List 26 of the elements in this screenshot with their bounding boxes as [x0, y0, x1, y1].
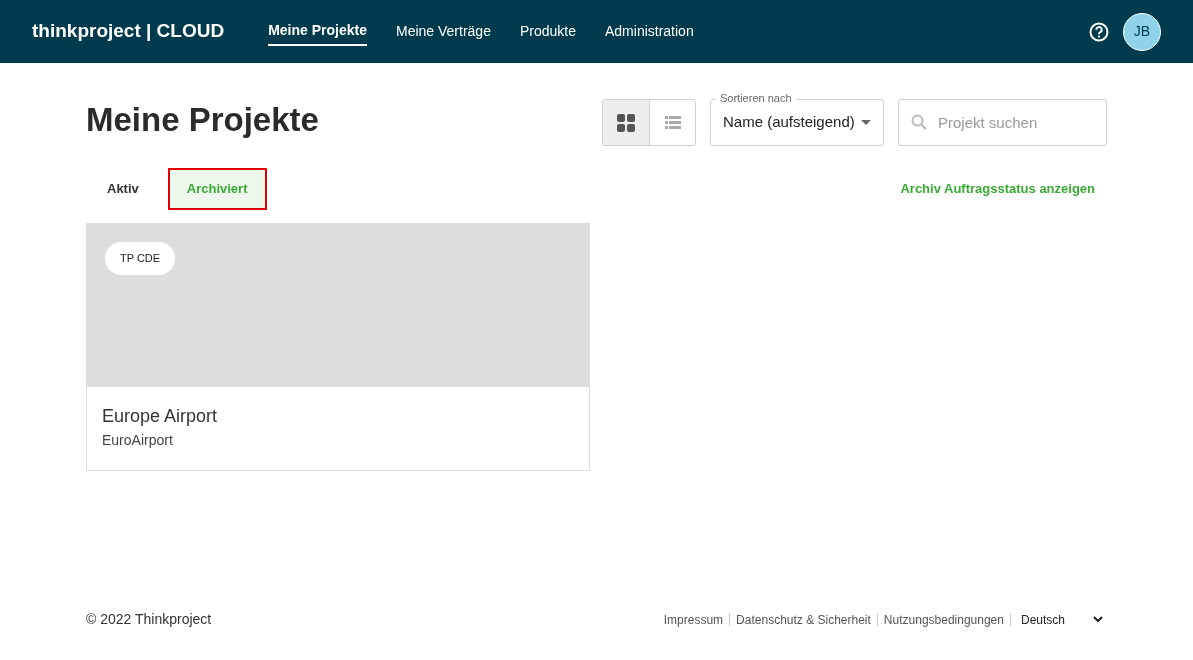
nav-link[interactable]: Meine Verträge [396, 21, 491, 42]
grid-icon [617, 113, 635, 132]
product-badge: TP CDE [105, 242, 176, 275]
list-icon [664, 116, 681, 129]
user-avatar[interactable]: JB [1123, 12, 1161, 51]
chevron-down-icon [1093, 616, 1103, 623]
project-name: Europe Airport [102, 405, 219, 428]
logo[interactable]: thinkproject | CLOUD [32, 17, 225, 46]
nav-link[interactable]: Produkte [519, 21, 576, 42]
search-field[interactable]: Projekt suchen [898, 99, 1107, 146]
page-title: Meine Projekte [86, 100, 319, 140]
view-toggle-button[interactable] [649, 100, 695, 145]
language-dropdown[interactable]: Deutsch [1020, 610, 1103, 629]
footer-link[interactable]: Datenschutz & Sicherheit [736, 610, 871, 629]
view-toggle-button[interactable] [603, 100, 649, 145]
caret-icon [861, 119, 871, 126]
copyright-text: © 2022 Thinkproject [86, 610, 212, 629]
project-card[interactable]: TP CDE Europe Airport EuroAirport [86, 223, 590, 471]
help-icon[interactable] [1089, 21, 1109, 42]
footer-link[interactable]: Impressum [663, 610, 724, 629]
nav-link[interactable]: Administration [605, 21, 694, 42]
footer-link[interactable]: Nutzungsbedingungen [883, 610, 1004, 629]
search-icon [911, 114, 927, 130]
project-subtitle: EuroAirport [102, 431, 174, 450]
nav-link[interactable]: Meine Projekte [268, 20, 367, 46]
tab[interactable]: Aktiv [86, 168, 160, 210]
